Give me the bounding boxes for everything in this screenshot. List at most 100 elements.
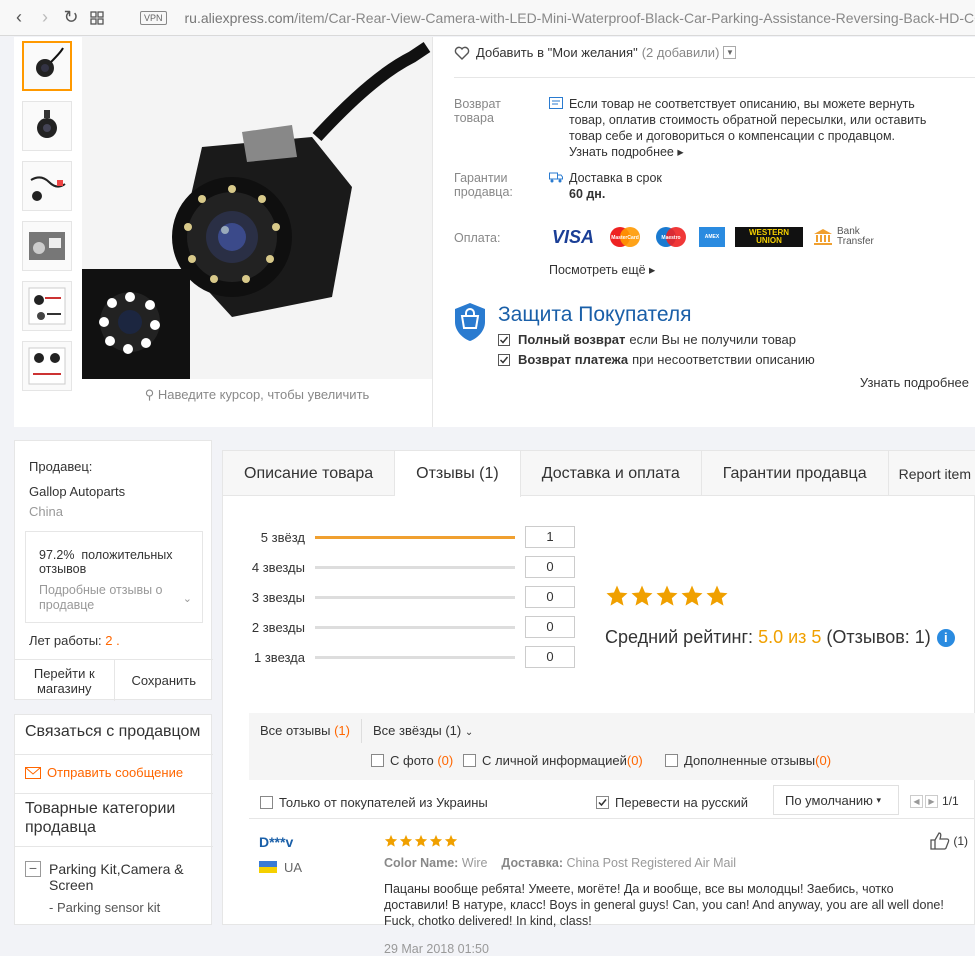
tab-shipping[interactable]: Доставка и оплата — [521, 451, 702, 496]
divider — [15, 793, 213, 794]
rating-row[interactable]: 3 звезды 0 — [223, 586, 575, 608]
seller-name[interactable]: Gallop Autoparts — [29, 484, 125, 499]
thumbnail-4[interactable] — [22, 221, 72, 271]
protection-more-link[interactable]: Узнать подробнее — [860, 375, 969, 390]
review-date: 29 Mar 2018 01:50 — [384, 942, 489, 956]
chevron-down-icon: ▾ — [876, 794, 882, 805]
star-icon — [429, 834, 443, 847]
review-filters: Все отзывы (1) Все звёзды (1) ⌄ С фото (… — [249, 713, 975, 780]
tab-bar: Описание товара Отзывы (1) Доставка и оп… — [223, 451, 975, 497]
product-main-image[interactable] — [82, 37, 432, 379]
rating-bar — [315, 565, 515, 569]
years-active: Лет работы: 2 . — [29, 633, 120, 648]
zoom-hint: ⚲ Наведите курсор, чтобы увеличить — [144, 387, 370, 402]
tab-report-item[interactable]: Report item — [889, 451, 975, 496]
seller-card: Продавец: Gallop Autoparts China 97.2% п… — [14, 440, 214, 701]
contact-title: Связаться с продавцом — [25, 723, 201, 740]
divider — [454, 77, 975, 78]
protection-full-refund: Полный возврат если Вы не получили товар — [498, 332, 796, 347]
chevron-down-icon[interactable]: ⌄ — [183, 592, 192, 605]
reload-icon[interactable]: ↻ — [58, 0, 84, 36]
star-icon — [399, 834, 413, 847]
rating-row-label: 1 звезда — [254, 649, 305, 665]
rating-row[interactable]: 4 звезды 0 — [223, 556, 575, 578]
rating-bar — [315, 625, 515, 629]
filter-with-info[interactable]: С личной информацией (0) — [463, 753, 643, 768]
thumbnail-5[interactable] — [22, 281, 72, 331]
average-stars — [605, 584, 730, 608]
back-icon[interactable]: ‹ — [6, 0, 32, 36]
tab-reviews[interactable]: Отзывы (1) — [395, 451, 521, 497]
rating-bar — [315, 595, 515, 599]
sort-dropdown[interactable]: По умолчанию ▾ — [773, 785, 899, 815]
buyer-protection-title: Защита Покупателя — [498, 303, 692, 326]
tab-guarantees[interactable]: Гарантии продавца — [702, 451, 889, 496]
collapse-icon[interactable]: − — [25, 861, 41, 877]
chevron-down-icon[interactable]: ▼ — [723, 46, 737, 59]
checkbox[interactable] — [260, 796, 273, 809]
save-store-button[interactable]: Сохранить — [115, 660, 214, 701]
review-item: D***v UA Color Name: Wire Доставка: Chin… — [249, 819, 975, 956]
amex-icon: AMEX — [699, 227, 725, 247]
review-options: Только от покупателей из Украины Перевес… — [249, 785, 975, 819]
rating-row[interactable]: 2 звезды 0 — [223, 616, 575, 638]
seller-feedback-box[interactable]: 97.2% положительных отзывов Подробные от… — [25, 531, 203, 623]
helpful-button[interactable]: (1) — [930, 832, 968, 850]
divider — [361, 719, 362, 743]
filter-with-photo[interactable]: С фото (0) — [371, 753, 453, 768]
return-icon — [549, 97, 563, 109]
rating-row[interactable]: 1 звезда 0 — [223, 646, 575, 668]
filter-additional[interactable]: Дополненные отзывы (0) — [665, 753, 831, 768]
protection-payment-return: Возврат платежа при несоответствии описан… — [498, 352, 815, 367]
forward-icon[interactable]: › — [32, 0, 58, 36]
apps-grid-icon[interactable] — [84, 0, 110, 36]
go-to-store-button[interactable]: Перейти к магазину — [15, 660, 115, 701]
prev-page-button[interactable]: ◀ — [910, 794, 923, 808]
address-bar[interactable]: VPN ru.aliexpress.com/item/Car-Rear-View… — [140, 6, 975, 30]
western-union-icon: WESTERN UNION — [735, 227, 803, 247]
vpn-badge[interactable]: VPN — [140, 11, 167, 25]
rating-row[interactable]: 5 звёзд 1 — [223, 526, 575, 548]
wishlist-button[interactable]: Добавить в "Мои желания" (2 добавили) ▼ — [454, 45, 737, 60]
filter-stars-dropdown[interactable]: Все звёзды (1) ⌄ — [373, 723, 473, 738]
info-icon[interactable]: i — [936, 628, 955, 647]
browser-toolbar: ‹ › ↻ VPN ru.aliexpress.com/item/Car-Rea… — [0, 0, 975, 36]
translate-toggle[interactable]: Перевести на русский — [596, 795, 748, 810]
positive-feedback: 97.2% положительных отзывов — [39, 548, 173, 576]
divider — [15, 846, 213, 847]
thumbnail-1[interactable] — [22, 41, 72, 91]
rating-bar — [315, 655, 515, 659]
rating-bar — [315, 535, 515, 539]
subcategory-link[interactable]: - Parking sensor kit — [49, 900, 160, 915]
thumbnail-2[interactable] — [22, 101, 72, 151]
rating-row-label: 3 звезды — [251, 589, 305, 605]
thumbnail-3[interactable] — [22, 161, 72, 211]
star-icon — [706, 585, 728, 606]
filter-all-reviews[interactable]: Все отзывы (1) — [260, 723, 350, 738]
next-page-button[interactable]: ▶ — [925, 794, 938, 808]
checkbox[interactable] — [463, 754, 476, 767]
send-message-link[interactable]: Отправить сообщение — [25, 765, 183, 780]
rating-count: 0 — [525, 646, 575, 668]
category-link[interactable]: Parking Kit,Camera & Screen — [49, 861, 199, 893]
return-more-link[interactable]: Узнать подробнее ▸ — [569, 145, 684, 159]
magnifier-icon: ⚲ — [144, 387, 158, 402]
rating-row-label: 5 звёзд — [260, 529, 305, 545]
star-icon — [631, 585, 653, 606]
checkbox[interactable] — [371, 754, 384, 767]
product-detail-tabs: Описание товара Отзывы (1) Доставка и оп… — [222, 450, 975, 956]
payment-methods: VISA MasterCard Maestro AMEX WESTERN UNIO… — [549, 227, 893, 247]
star-icon — [681, 585, 703, 606]
guarantee-label: Гарантии продавца: — [454, 171, 513, 199]
checkbox[interactable] — [665, 754, 678, 767]
tab-description[interactable]: Описание товара — [223, 451, 396, 496]
visa-icon: VISA — [551, 226, 594, 247]
filter-ukraine-only[interactable]: Только от покупателей из Украины — [260, 795, 488, 810]
review-author[interactable]: D***v — [259, 834, 293, 850]
checkbox-checked-icon[interactable] — [596, 796, 609, 809]
payment-more-link[interactable]: Посмотреть ещё ▸ — [549, 262, 655, 278]
thumbnail-6[interactable] — [22, 341, 72, 391]
ukraine-flag-icon — [259, 861, 277, 873]
svg-text:MasterCard: MasterCard — [611, 235, 639, 241]
feedback-details-link[interactable]: Подробные отзывы о продавце — [39, 583, 179, 613]
